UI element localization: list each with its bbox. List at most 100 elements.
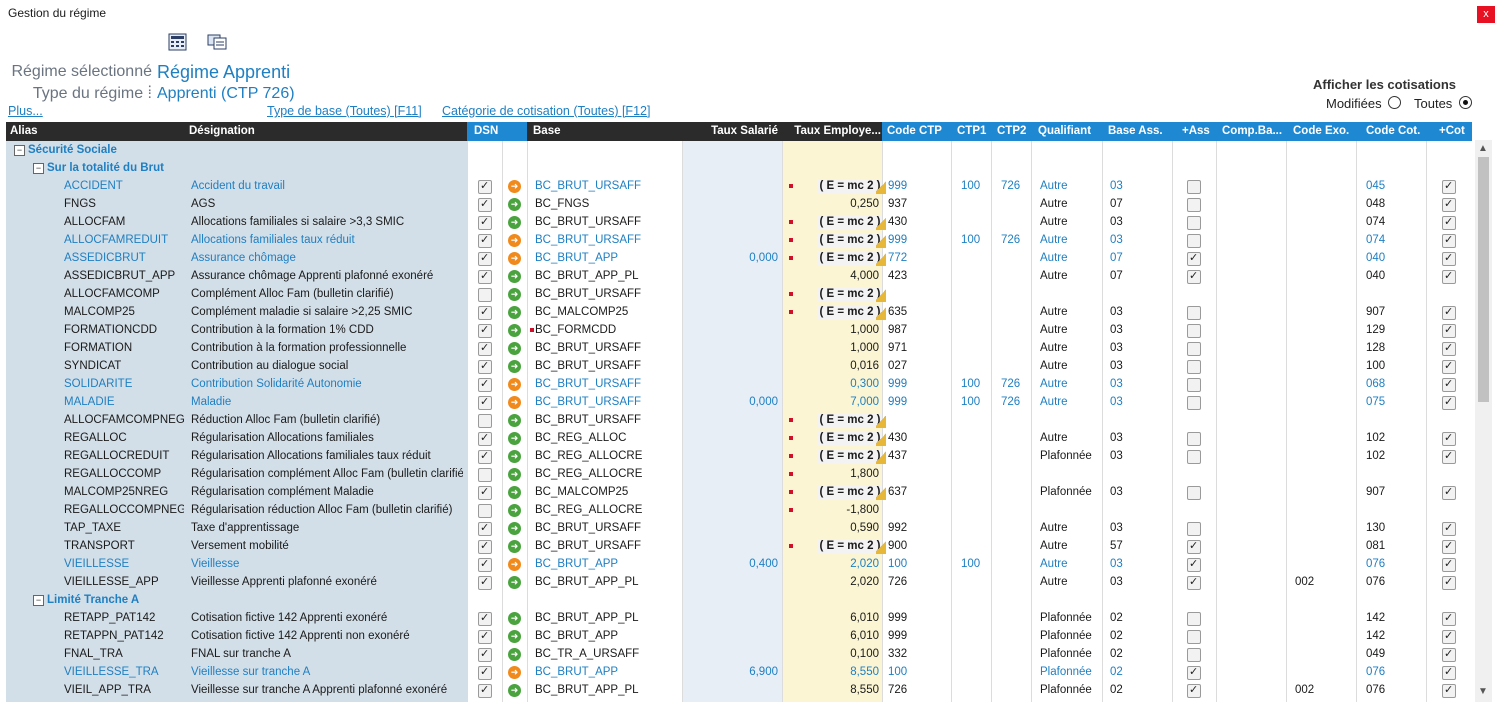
cot-checkbox[interactable]	[1442, 629, 1456, 644]
dsn-checkbox[interactable]	[478, 575, 492, 590]
tree-root-securite-sociale[interactable]: − Sécurité Sociale	[6, 142, 1472, 160]
ass-checkbox[interactable]	[1187, 557, 1201, 572]
type-base-link[interactable]: Type de base (Toutes) [F11]	[267, 104, 422, 118]
dsn-checkbox[interactable]	[478, 233, 492, 248]
formula-icon[interactable]: ( E = mc 2 )	[818, 251, 886, 266]
column-header-10[interactable]: Base Ass.	[1108, 125, 1163, 137]
dsn-checkbox[interactable]	[478, 521, 492, 536]
filter-modified-radio[interactable]	[1388, 96, 1401, 109]
column-header-2[interactable]: DSN	[474, 125, 498, 137]
table-row[interactable]: ALLOCFAM Allocations familiales si salair…	[6, 214, 1472, 232]
column-header-13[interactable]: Code Exo.	[1293, 125, 1349, 137]
table-row[interactable]: FNAL_TRA FNAL sur tranche A ➜ BC_TR_A_URSAF…	[6, 646, 1472, 664]
dsn-checkbox[interactable]	[478, 395, 492, 410]
table-row[interactable]: VIEILLESSE_APP Vieillesse Apprenti plafon…	[6, 574, 1472, 592]
formula-icon[interactable]: ( E = mc 2 )	[818, 485, 886, 500]
dsn-checkbox[interactable]	[478, 611, 492, 626]
arrow-right-icon[interactable]: ➜	[508, 324, 521, 337]
collapse-icon[interactable]: −	[33, 595, 44, 606]
arrow-right-icon[interactable]: ➜	[508, 486, 521, 499]
arrow-right-icon[interactable]: ➜	[508, 234, 521, 247]
cot-checkbox[interactable]	[1442, 647, 1456, 662]
arrow-right-icon[interactable]: ➜	[508, 648, 521, 661]
calculator-icon[interactable]	[168, 33, 188, 51]
dsn-checkbox[interactable]	[478, 269, 492, 284]
arrow-right-icon[interactable]: ➜	[508, 540, 521, 553]
ass-checkbox[interactable]	[1187, 234, 1201, 248]
table-row[interactable]: REGALLOCCOMPNEG Régularisation réduction …	[6, 502, 1472, 520]
monitor-icon[interactable]	[207, 33, 227, 51]
column-header-5[interactable]: Taux Employe...	[794, 125, 881, 137]
arrow-right-icon[interactable]: ➜	[508, 252, 521, 265]
table-row[interactable]: MALCOMP25NREG Régularisation complément M…	[6, 484, 1472, 502]
arrow-right-icon[interactable]: ➜	[508, 432, 521, 445]
cot-checkbox[interactable]	[1442, 305, 1456, 320]
arrow-right-icon[interactable]: ➜	[508, 450, 521, 463]
formula-icon[interactable]: ( E = mc 2 )	[818, 305, 886, 320]
arrow-right-icon[interactable]: ➜	[508, 198, 521, 211]
plus-link[interactable]: Plus...	[8, 104, 43, 118]
formula-icon[interactable]: ( E = mc 2 )	[818, 287, 886, 302]
ass-checkbox[interactable]	[1187, 198, 1201, 212]
cot-checkbox[interactable]	[1442, 431, 1456, 446]
scroll-down-icon[interactable]: ▼	[1478, 686, 1488, 697]
dsn-checkbox[interactable]	[478, 305, 492, 320]
cot-checkbox[interactable]	[1442, 197, 1456, 212]
ass-checkbox[interactable]	[1187, 360, 1201, 374]
column-header-14[interactable]: Code Cot.	[1366, 125, 1420, 137]
cot-checkbox[interactable]	[1442, 215, 1456, 230]
table-row[interactable]: VIEILLESSE_TRA Vieillesse sur tranche A ➜ B…	[6, 664, 1472, 682]
cot-checkbox[interactable]	[1442, 539, 1456, 554]
table-row[interactable]: MALCOMP25 Complément maladie si salaire >…	[6, 304, 1472, 322]
arrow-right-icon[interactable]: ➜	[508, 666, 521, 679]
table-row[interactable]: ASSEDICBRUT Assurance chômage ➜ BC_BRUT_APP…	[6, 250, 1472, 268]
ass-checkbox[interactable]	[1187, 648, 1201, 662]
cot-checkbox[interactable]	[1442, 395, 1456, 410]
cot-checkbox[interactable]	[1442, 251, 1456, 266]
arrow-right-icon[interactable]: ➜	[508, 306, 521, 319]
dsn-checkbox[interactable]	[478, 215, 492, 230]
collapse-icon[interactable]: −	[14, 145, 25, 156]
dsn-checkbox[interactable]	[478, 504, 492, 518]
arrow-right-icon[interactable]: ➜	[508, 612, 521, 625]
column-header-12[interactable]: Comp.Ba...	[1222, 125, 1282, 137]
column-header-15[interactable]: +Cot	[1439, 125, 1465, 137]
table-row[interactable]: REGALLOC Régularisation Allocations famil…	[6, 430, 1472, 448]
cot-checkbox[interactable]	[1442, 449, 1456, 464]
column-header-11[interactable]: +Ass	[1182, 125, 1210, 137]
table-row[interactable]: TRANSPORT Versement mobilité ➜ BC_BRUT_URSA…	[6, 538, 1472, 556]
dsn-checkbox[interactable]	[478, 647, 492, 662]
arrow-right-icon[interactable]: ➜	[508, 558, 521, 571]
dsn-checkbox[interactable]	[478, 251, 492, 266]
cot-checkbox[interactable]	[1442, 377, 1456, 392]
filter-all-radio[interactable]	[1459, 96, 1472, 109]
ass-checkbox[interactable]	[1187, 539, 1201, 554]
ass-checkbox[interactable]	[1187, 269, 1201, 284]
formula-icon[interactable]: ( E = mc 2 )	[818, 179, 886, 194]
ass-checkbox[interactable]	[1187, 378, 1201, 392]
cot-checkbox[interactable]	[1442, 323, 1456, 338]
arrow-right-icon[interactable]: ➜	[508, 630, 521, 643]
table-row[interactable]: TAP_TAXE Taxe d'apprentissage ➜ BC_BRUT_URS…	[6, 520, 1472, 538]
arrow-right-icon[interactable]: ➜	[508, 396, 521, 409]
dsn-checkbox[interactable]	[478, 539, 492, 554]
cot-checkbox[interactable]	[1442, 557, 1456, 572]
arrow-right-icon[interactable]: ➜	[508, 378, 521, 391]
dsn-checkbox[interactable]	[478, 377, 492, 392]
dsn-checkbox[interactable]	[478, 431, 492, 446]
arrow-right-icon[interactable]: ➜	[508, 468, 521, 481]
table-row[interactable]: MALADIE Maladie ➜ BC_BRUT_URSAFF 0,000 7,000 9…	[6, 394, 1472, 412]
formula-icon[interactable]: ( E = mc 2 )	[818, 215, 886, 230]
dsn-checkbox[interactable]	[478, 414, 492, 428]
table-row[interactable]: SYNDICAT Contribution au dialogue social ➜…	[6, 358, 1472, 376]
categorie-link[interactable]: Catégorie de cotisation (Toutes) [F12]	[442, 104, 650, 118]
scroll-up-icon[interactable]: ▲	[1478, 143, 1488, 154]
ass-checkbox[interactable]	[1187, 683, 1201, 698]
formula-icon[interactable]: ( E = mc 2 )	[818, 233, 886, 248]
table-row[interactable]: RETAPPN_PAT142 Cotisation fictive 142 App…	[6, 628, 1472, 646]
dsn-checkbox[interactable]	[478, 629, 492, 644]
formula-icon[interactable]: ( E = mc 2 )	[818, 431, 886, 446]
table-row[interactable]: FORMATIONCDD Contribution à la formation …	[6, 322, 1472, 340]
tree-group-totalite-brut[interactable]: − Sur la totalité du Brut	[6, 160, 1472, 178]
table-row[interactable]: ALLOCFAMREDUIT Allocations familiales tau…	[6, 232, 1472, 250]
